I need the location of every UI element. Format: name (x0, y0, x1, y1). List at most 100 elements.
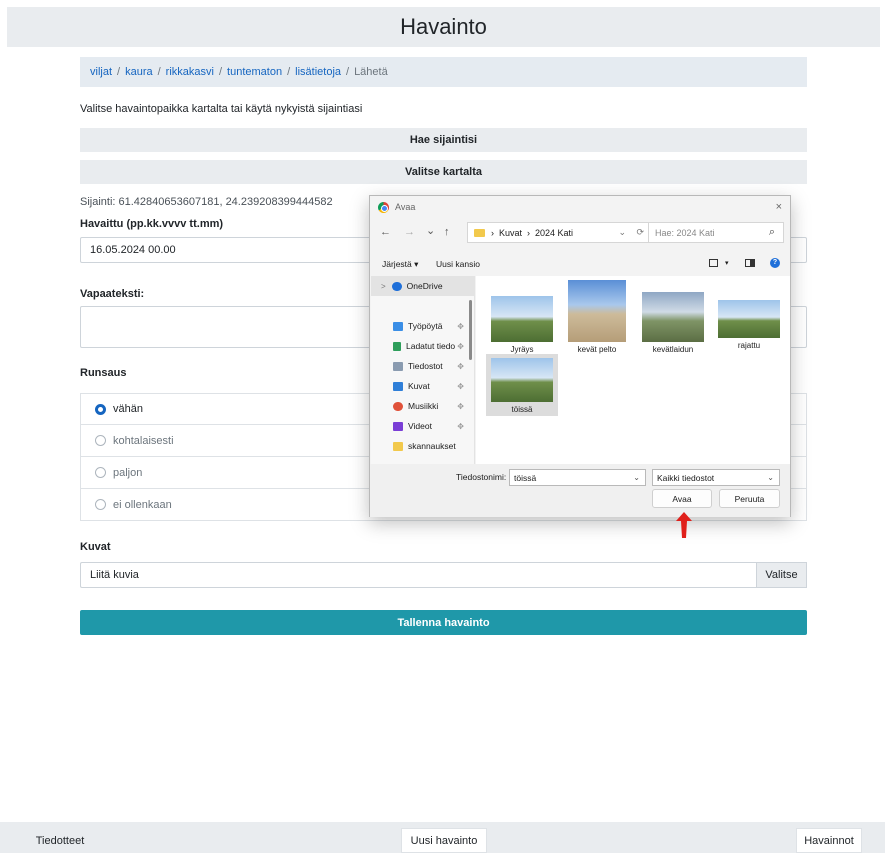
abundance-option-label: ei ollenkaan (113, 498, 172, 511)
up-icon[interactable]: ↑ (444, 226, 450, 238)
nav-item-label: OneDrive (406, 281, 443, 291)
nav-pane-scrollbar[interactable] (469, 300, 472, 360)
nav-item-label: Videot (408, 421, 432, 431)
footer-observations-button[interactable]: Havainnot (796, 828, 862, 853)
preview-pane-icon[interactable] (745, 259, 755, 267)
nav-item-documents[interactable]: Tiedostot ✥ (371, 356, 474, 376)
filename-label: Tiedostonimi: (456, 472, 507, 482)
file-type-value: Kaikki tiedostot (657, 472, 715, 483)
images-label: Kuvat (80, 541, 111, 553)
nav-item-scans[interactable]: skannaukset (371, 436, 474, 456)
nav-item-desktop[interactable]: Työpöytä ✥ (371, 316, 474, 336)
freetext-label: Vapaateksti: (80, 288, 145, 300)
history-chevron-icon[interactable]: ⌄ (426, 224, 435, 237)
chevron-down-icon[interactable]: ⌄ (633, 473, 640, 482)
nav-item-pictures[interactable]: Kuvat ✥ (371, 376, 474, 396)
cloud-icon (391, 281, 402, 291)
image-thumbnail (491, 358, 553, 402)
document-icon (393, 361, 403, 371)
breadcrumb-separator: / (157, 66, 161, 78)
open-button[interactable]: Avaa (652, 489, 712, 508)
nav-item-onedrive[interactable]: > OneDrive (371, 276, 474, 296)
file-name: rajattu (737, 341, 761, 350)
footer-new-observation-button[interactable]: Uusi havainto (401, 828, 487, 853)
save-observation-button[interactable]: Tallenna havainto (80, 610, 807, 635)
image-thumbnail (642, 292, 704, 342)
nav-item-label: Ladatut tiedo (406, 341, 456, 351)
abundance-label: Runsaus (80, 367, 127, 379)
annotation-arrow-icon (676, 512, 692, 538)
close-icon[interactable]: × (776, 201, 782, 213)
chevron-down-icon[interactable]: ⌄ (767, 473, 774, 482)
download-icon (393, 341, 401, 351)
open-file-dialog: Avaa × ← → ⌄ ↑ › Kuvat › 2024 Kati ⌄ ⟳ H… (369, 195, 791, 517)
nav-item-music[interactable]: Musiikki ✥ (371, 396, 474, 416)
view-dropdown-icon[interactable]: ▾ (725, 259, 729, 267)
location-instruction: Valitse havaintopaikka kartalta tai käyt… (80, 103, 363, 115)
breadcrumb-separator: / (117, 66, 121, 78)
attach-images-input[interactable]: Liitä kuvia (80, 562, 757, 588)
view-options-icon[interactable] (709, 259, 718, 267)
dialog-search-placeholder: Hae: 2024 Kati (655, 227, 715, 238)
dialog-title: Avaa (395, 202, 416, 212)
radio-checked-icon (95, 403, 106, 415)
back-icon[interactable]: ← (380, 226, 391, 238)
file-item[interactable]: Jyräys (490, 296, 554, 354)
address-bar[interactable]: › Kuvat › 2024 Kati ⌄ ⟳ (467, 222, 653, 243)
breadcrumb-viljat[interactable]: viljat (90, 66, 112, 78)
file-type-select[interactable]: Kaikki tiedostot ⌄ (652, 469, 780, 486)
file-item-selected[interactable]: töissä (486, 354, 558, 416)
organize-menu[interactable]: Järjestä ▾ (382, 259, 418, 270)
address-segment-2024-kati[interactable]: 2024 Kati (535, 228, 573, 238)
locate-button[interactable]: Hae sijaintisi (80, 128, 807, 152)
breadcrumb-tuntematon[interactable]: tuntematon (227, 66, 282, 78)
breadcrumb-lisatietoja[interactable]: lisätietoja (295, 66, 341, 78)
footer-news-button[interactable]: Tiedotteet (24, 828, 96, 853)
help-icon[interactable]: ? (770, 258, 780, 268)
breadcrumb: viljat / kaura / rikkakasvi / tuntematon… (80, 57, 807, 87)
forward-icon[interactable]: → (404, 226, 415, 238)
file-item[interactable]: rajattu (716, 300, 782, 350)
breadcrumb-separator: / (218, 66, 223, 78)
file-name: kevätlaidun (652, 345, 694, 354)
radio-unchecked-icon (95, 467, 106, 478)
video-icon (393, 421, 403, 431)
breadcrumb-kaura[interactable]: kaura (125, 66, 153, 78)
breadcrumb-current: Lähetä (354, 66, 388, 78)
cancel-button[interactable]: Peruuta (719, 489, 780, 508)
image-thumbnail (718, 300, 780, 338)
dialog-nav-pane: > OneDrive Työpöytä ✥ Ladatut tiedo ✥ Ti… (371, 276, 475, 464)
pin-icon: ✥ (457, 381, 464, 391)
abundance-option-label: vähän (113, 403, 143, 415)
breadcrumb-separator: / (346, 66, 350, 78)
radio-unchecked-icon (95, 499, 106, 510)
refresh-icon[interactable]: ⟳ (636, 227, 644, 238)
file-name: töissä (511, 405, 533, 414)
expand-chevron-icon[interactable]: > (381, 282, 386, 291)
filename-input[interactable]: töissä ⌄ (509, 469, 646, 486)
filename-value: töissä (514, 472, 537, 483)
choose-from-map-button[interactable]: Valitse kartalta (80, 160, 807, 184)
nav-item-downloads[interactable]: Ladatut tiedo ✥ (371, 336, 474, 356)
breadcrumb-rikkakasvi[interactable]: rikkakasvi (166, 66, 214, 78)
dialog-search-input[interactable]: Hae: 2024 Kati ⌕ (648, 222, 784, 243)
pictures-icon (393, 381, 403, 391)
file-item[interactable]: kevät pelto (566, 280, 628, 354)
pin-icon: ✥ (457, 321, 464, 331)
image-thumbnail (568, 280, 626, 342)
radio-unchecked-icon (95, 435, 106, 446)
address-separator: › (527, 227, 531, 238)
nav-item-videos[interactable]: Videot ✥ (371, 416, 474, 436)
file-name: Jyräys (510, 345, 534, 354)
address-dropdown-icon[interactable]: ⌄ (618, 227, 626, 238)
choose-images-button[interactable]: Valitse (756, 562, 807, 588)
new-folder-button[interactable]: Uusi kansio (436, 259, 480, 269)
abundance-option-label: paljon (113, 466, 143, 479)
nav-item-label: Kuvat (408, 381, 430, 391)
observed-date-value: 16.05.2024 00.00 (90, 244, 176, 256)
pin-icon: ✥ (457, 421, 464, 431)
desktop-icon (393, 321, 403, 331)
file-item[interactable]: kevätlaidun (640, 292, 706, 354)
pin-icon: ✥ (457, 341, 464, 351)
address-segment-kuvat[interactable]: Kuvat (499, 228, 522, 238)
